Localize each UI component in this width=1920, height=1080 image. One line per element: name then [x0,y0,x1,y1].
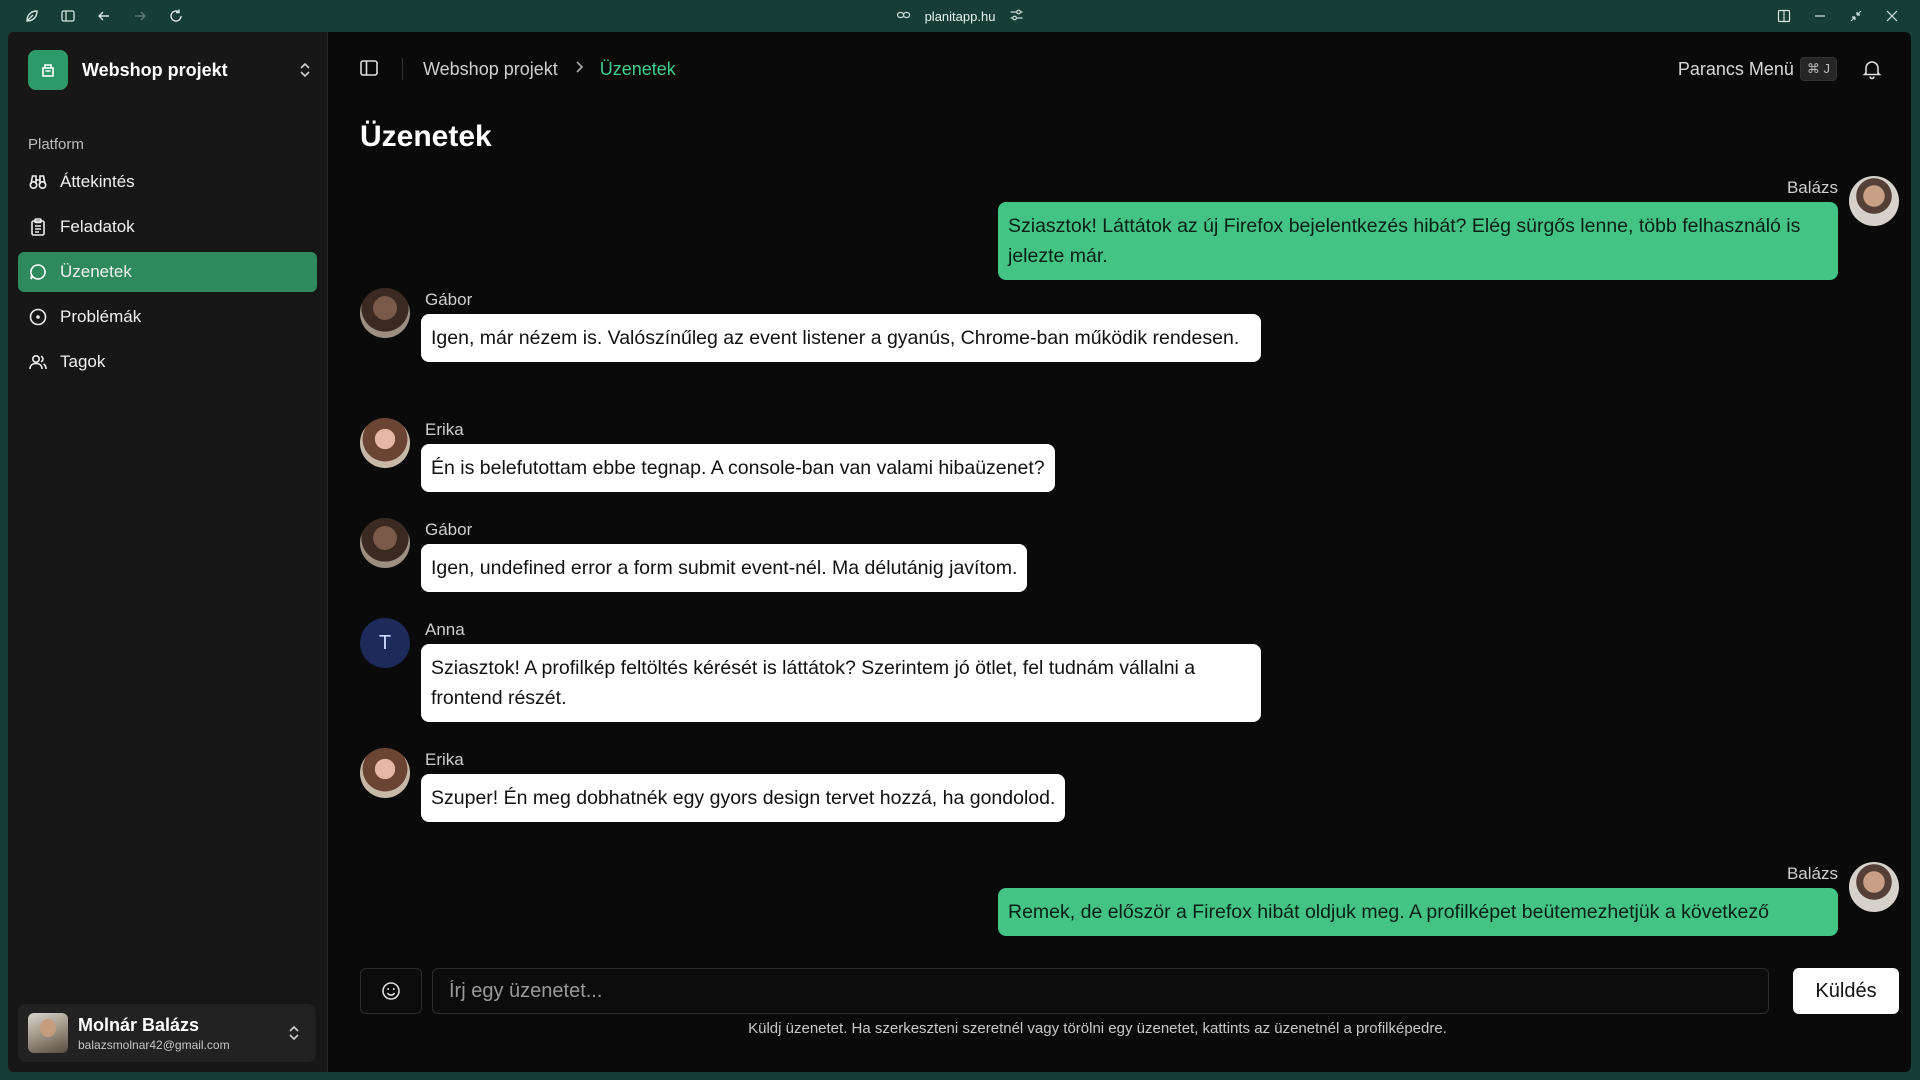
avatar[interactable] [360,418,410,468]
chevrons-up-down-icon [284,1024,304,1042]
tune-icon[interactable] [1009,8,1023,25]
sidebar-item-label: Üzenetek [60,262,132,281]
sidebar-toggle-icon[interactable] [358,57,382,81]
back-icon[interactable] [86,0,122,32]
reload-icon[interactable] [158,0,194,32]
workspace-switcher[interactable]: Webshop projekt [28,50,315,90]
shortcut-badge: ⌘ J [1799,57,1837,81]
message-author: Balázs [1786,178,1838,197]
message-author: Erika [425,750,464,769]
avatar [28,1013,68,1053]
sidebar-item-attekintes[interactable]: Áttekintés [18,162,317,202]
clipboard-icon [31,218,45,236]
sidebar: Webshop projekt Platform Áttekintés Fela… [8,32,328,1072]
chevrons-up-down-icon [295,61,315,79]
user-name: Molnár Balázs [78,1014,200,1035]
message-author: Anna [425,620,465,639]
main-content: Webshop projekt Üzenetek Parancs Menü ⌘ … [328,32,1911,1072]
message-list[interactable]: Balázs Sziasztok! Láttátok az új Firefox… [360,172,1899,980]
bell-icon[interactable] [1861,58,1883,80]
message-bubble[interactable]: Igen, undefined error a form submit even… [421,544,1028,592]
sidebar-item-label: Problémák [60,307,142,326]
message-incoming: T Anna Sziasztok! A profilkép feltöltés … [360,618,1899,738]
smile-icon [382,982,400,1000]
sidebar-item-uzenetek[interactable]: Üzenetek [18,252,317,292]
message-outgoing: Balázs Sziasztok! Láttátok az új Firefox… [360,172,1899,287]
forward-icon[interactable] [122,0,158,32]
link-icon [896,8,911,25]
message-author: Gábor [425,520,473,539]
url-text: planitapp.hu [924,8,996,24]
avatar[interactable] [360,748,410,798]
sidebar-item-label: Feladatok [60,217,135,236]
header: Webshop projekt Üzenetek Parancs Menü ⌘ … [328,32,1911,106]
message-incoming: Gábor Igen, undefined error a form submi… [360,518,1899,598]
message-outgoing: Balázs Remek, de először a Firefox hibát… [360,862,1899,980]
message-circle-icon [30,264,46,280]
breadcrumb-current: Üzenetek [599,58,676,79]
message-bubble[interactable]: Szuper! Én meg dobhatnék egy gyors desig… [421,774,1066,822]
circle-dot-icon [29,308,47,326]
sidebar-nav: Áttekintés Feladatok Üzenetek Problémák … [8,162,327,382]
workspace-name: Webshop projekt [82,59,228,80]
sidebar-item-feladatok[interactable]: Feladatok [18,207,317,247]
leaf-icon[interactable] [14,0,50,32]
message-incoming: Erika Szuper! Én meg dobhatnék egy gyors… [360,748,1899,828]
message-input[interactable] [432,968,1769,1014]
sidebar-item-label: Tagok [60,352,106,371]
send-button[interactable]: Küldés [1793,968,1899,1014]
emoji-button[interactable] [360,968,422,1014]
chevron-right-icon [574,60,584,79]
divider [402,58,403,80]
breadcrumb: Webshop projekt Üzenetek [423,59,676,80]
message-author: Gábor [425,290,473,309]
breadcrumb-root[interactable]: Webshop projekt [423,59,558,80]
sidebar-item-label: Áttekintés [60,172,135,191]
page-title: Üzenetek [360,120,492,153]
message-incoming: Erika Én is belefutottam ebbe tegnap. A … [360,418,1899,498]
command-menu-button[interactable]: Parancs Menü [1678,59,1794,80]
message-author: Erika [425,420,464,439]
message-bubble[interactable]: Remek, de először a Firefox hibát oldjuk… [998,888,1838,936]
binoculars-icon [29,175,47,190]
message-bubble[interactable]: Igen, már nézem is. Valószínűleg az even… [421,314,1261,362]
minimize-icon[interactable] [1802,0,1838,32]
workspace-logo-icon [28,50,68,90]
message-incoming: Gábor Igen, már nézem is. Valószínűleg a… [360,288,1899,408]
restore-icon[interactable] [1838,0,1874,32]
sidebar-icon[interactable] [50,0,86,32]
avatar[interactable] [360,518,410,568]
composer-hint: Küldj üzenetet. Ha szerkeszteni szeretné… [748,1020,1447,1037]
message-author: Balázs [1786,864,1838,883]
sidebar-item-problemak[interactable]: Problémák [18,297,317,337]
message-bubble[interactable]: Sziasztok! Láttátok az új Firefox bejele… [998,202,1838,280]
avatar[interactable] [360,288,410,338]
nav-group-label: Platform [28,136,84,153]
panel-icon[interactable] [1766,0,1802,32]
users-icon [29,354,47,370]
message-bubble[interactable]: Sziasztok! A profilkép feltöltés kérését… [421,644,1261,722]
avatar[interactable] [1849,176,1899,226]
avatar[interactable] [1849,862,1899,912]
avatar[interactable]: T [360,618,410,668]
address-bar[interactable]: planitapp.hu [896,8,1024,25]
message-composer: Küldés [360,968,1899,1014]
sidebar-item-tagok[interactable]: Tagok [18,342,317,382]
user-email: balazsmolnar42@gmail.com [78,1037,230,1052]
browser-toolbar: planitapp.hu [0,0,1920,32]
user-menu[interactable]: Molnár Balázs balazsmolnar42@gmail.com [18,1004,316,1062]
close-icon[interactable] [1874,0,1910,32]
app-window: Webshop projekt Platform Áttekintés Fela… [8,32,1911,1072]
message-bubble[interactable]: Én is belefutottam ebbe tegnap. A consol… [421,444,1055,492]
